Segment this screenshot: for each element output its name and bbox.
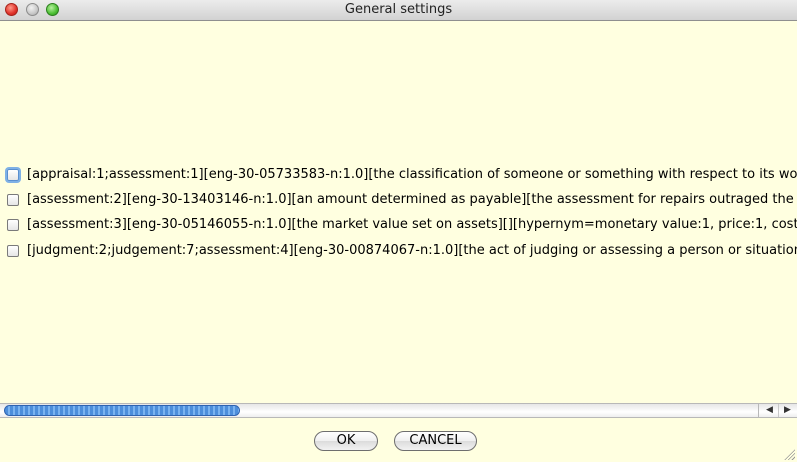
resize-grip-icon[interactable] xyxy=(783,448,795,460)
scroll-left-arrow-icon[interactable]: ◀ xyxy=(761,404,778,417)
scroll-right-arrow-icon[interactable]: ▶ xyxy=(778,404,796,417)
list-item-label: [judgment:2;judgement:7;assessment:4][en… xyxy=(27,243,797,258)
checkbox[interactable] xyxy=(7,245,19,257)
checkbox[interactable] xyxy=(7,219,19,231)
ok-button[interactable]: OK xyxy=(314,431,378,451)
general-settings-window: General settings [appraisal:1;assessment… xyxy=(0,0,797,462)
list-item-label: [assessment:3][eng-30-05146055-n:1.0][th… xyxy=(27,217,797,232)
window-title: General settings xyxy=(344,2,453,17)
scrollbar-thumb[interactable] xyxy=(4,405,240,416)
checkbox[interactable] xyxy=(7,194,19,206)
checkbox[interactable] xyxy=(7,169,19,181)
list-item-label: [appraisal:1;assessment:1][eng-30-057335… xyxy=(27,167,797,182)
cancel-button[interactable]: CANCEL xyxy=(394,431,477,451)
synset-checkbox-list: [appraisal:1;assessment:1][eng-30-057335… xyxy=(0,163,797,403)
title-bar: General settings xyxy=(0,0,797,21)
list-item-label: [assessment:2][eng-30-13403146-n:1.0][an… xyxy=(27,192,797,207)
horizontal-scrollbar[interactable]: ◀ ▶ xyxy=(0,403,797,418)
